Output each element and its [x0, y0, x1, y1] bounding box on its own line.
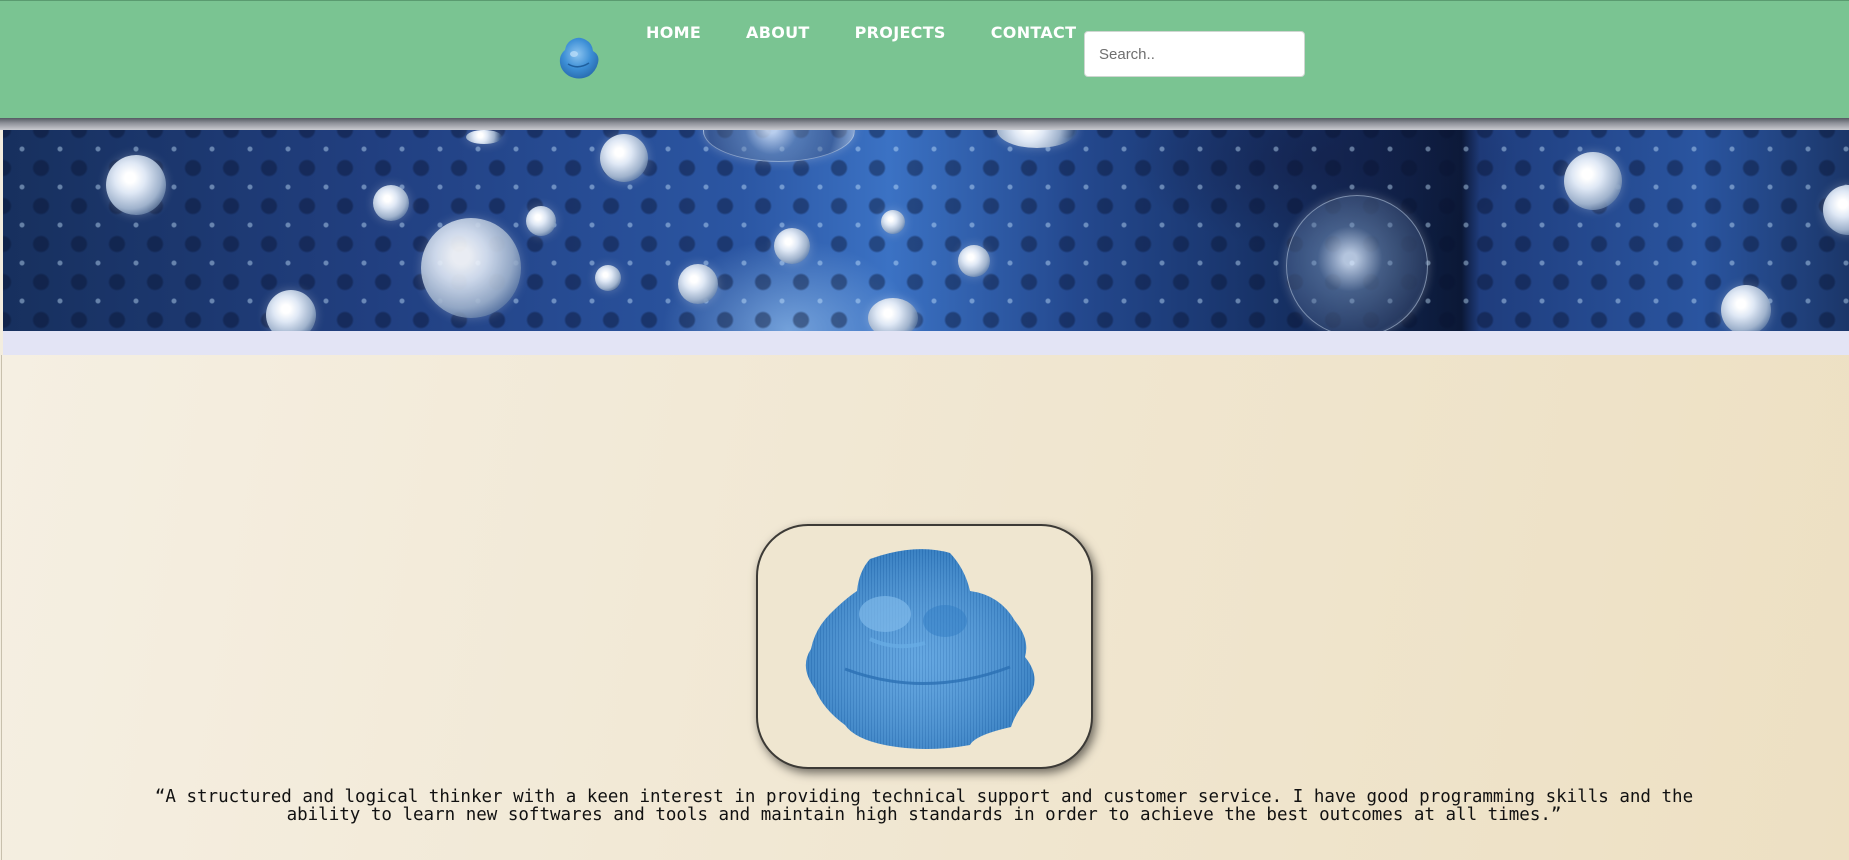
header-shadow-bar [0, 118, 1849, 130]
banner-bubble [1564, 152, 1622, 210]
nav-projects-link[interactable]: PROJECTS [855, 23, 946, 43]
site-header: HOME ABOUT PROJECTS CONTACT [0, 0, 1849, 118]
banner-bubble [106, 155, 166, 215]
banner-bubble [421, 218, 521, 318]
nav-about-link[interactable]: ABOUT [746, 23, 810, 43]
main-nav: HOME ABOUT PROJECTS CONTACT [646, 23, 1121, 43]
banner-bubble [881, 210, 905, 234]
banner-bubble [526, 206, 556, 236]
banner-bottom-stripe [3, 331, 1849, 356]
nav-contact-link[interactable]: CONTACT [991, 23, 1077, 43]
nav-home-link[interactable]: HOME [646, 23, 701, 43]
banner-bubble [1721, 285, 1771, 331]
profile-avatar-image [805, 549, 1035, 749]
banner-bubble [600, 134, 648, 182]
banner-bubble [678, 264, 718, 304]
banner-bubble [774, 228, 810, 264]
profile-image-frame [756, 524, 1093, 769]
banner-bubble [958, 245, 990, 277]
hero-banner-image [3, 130, 1849, 331]
banner-bubble [373, 185, 409, 221]
banner-bubble [868, 298, 918, 331]
banner-bubble [466, 130, 502, 144]
banner-bubble [1286, 195, 1428, 331]
site-logo-icon[interactable] [556, 35, 602, 81]
banner-bubble [595, 265, 621, 291]
search-input[interactable] [1084, 31, 1305, 77]
profile-quote: “A structured and logical thinker with a… [154, 787, 1694, 825]
